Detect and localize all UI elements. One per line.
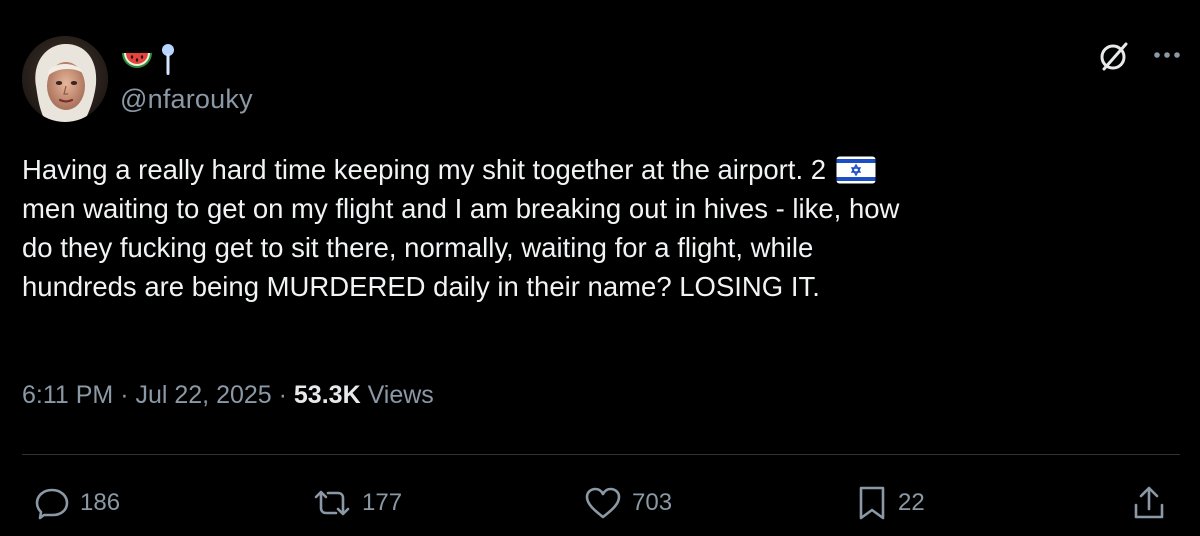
action-bar: 186 177 703 22 — [0, 478, 1200, 528]
share-button[interactable] — [1132, 478, 1166, 528]
watermelon-emoji-icon — [122, 53, 152, 68]
display-name[interactable] — [120, 42, 178, 78]
avatar-image — [22, 36, 108, 122]
share-icon — [1134, 486, 1164, 519]
reply-count: 186 — [80, 489, 121, 516]
repost-icon — [314, 490, 350, 516]
repost-count: 177 — [362, 489, 403, 516]
repost-button[interactable]: 177 — [312, 478, 402, 528]
avatar[interactable] — [22, 36, 108, 122]
bookmark-icon — [859, 486, 885, 520]
views-label: Views — [360, 381, 434, 409]
post-text-line: Having a really hard time keeping my shi… — [22, 150, 1172, 189]
post-meta: 6:11 PM · Jul 22, 2025 · 53.3K Views — [22, 381, 434, 410]
post-text-line: men waiting to get on my flight and I am… — [22, 193, 900, 224]
bookmark-button[interactable]: 22 — [856, 478, 925, 528]
divider — [22, 454, 1180, 455]
reply-button[interactable]: 186 — [34, 478, 120, 528]
author-handle[interactable]: @nfarouky — [120, 84, 253, 115]
post-text: Having a really hard time keeping my shi… — [22, 150, 1172, 306]
post: @nfarouky Having a really hard time keep… — [0, 0, 1200, 536]
timestamp[interactable]: 6:11 PM · Jul 22, 2025 · — [22, 381, 294, 409]
grok-icon[interactable] — [1096, 38, 1132, 74]
like-count: 703 — [632, 489, 673, 516]
post-text-line: hundreds are being MURDERED daily in the… — [22, 271, 820, 302]
post-text-line: do they fucking get to sit there, normal… — [22, 232, 814, 263]
heart-icon — [585, 487, 621, 519]
more-options-icon[interactable] — [1152, 42, 1182, 68]
israel-flag-emoji-icon — [836, 156, 876, 184]
post-header: @nfarouky — [22, 30, 1182, 122]
reply-icon — [35, 488, 69, 520]
bookmark-count: 22 — [898, 489, 925, 516]
views-count: 53.3K — [293, 381, 361, 409]
pin-emoji-icon — [162, 44, 174, 75]
like-button[interactable]: 703 — [584, 478, 672, 528]
